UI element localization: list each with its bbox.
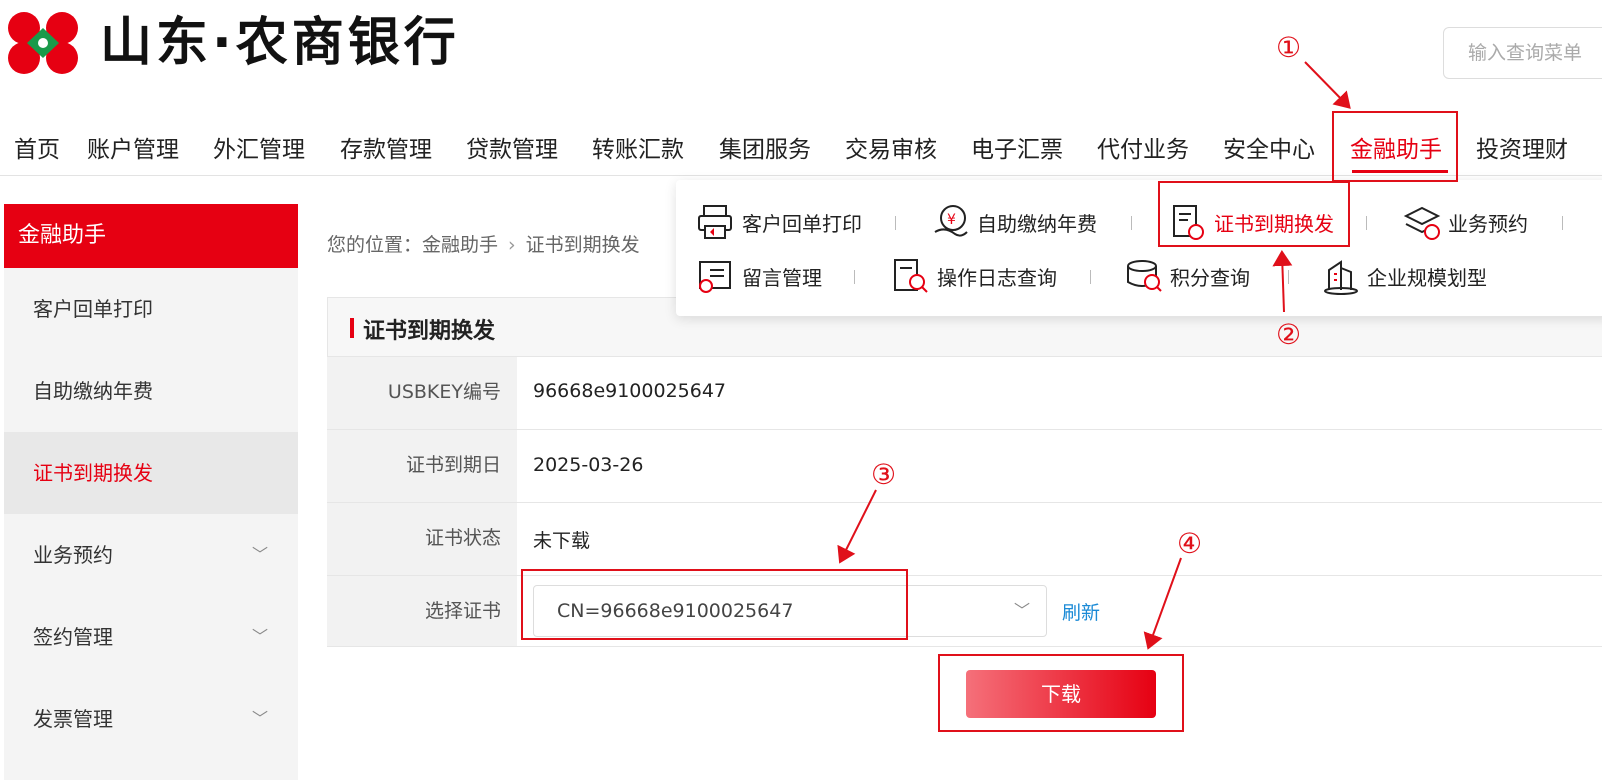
sidebar-title: 金融助手 xyxy=(4,204,298,268)
sidebar-item-appointment[interactable]: 业务预约 ﹀ xyxy=(4,514,298,596)
sidebar-item-label: 客户回单打印 xyxy=(33,297,153,321)
nav-item-home[interactable]: 首页 xyxy=(14,130,60,164)
svg-text:¥: ¥ xyxy=(947,212,956,228)
menu-search-field[interactable] xyxy=(1466,41,1602,65)
menu-item-label: 客户回单打印 xyxy=(742,211,862,236)
panel-title-accent xyxy=(350,318,354,338)
field-label: 证书状态 xyxy=(327,503,517,575)
sidebar-item-label: 发票管理 xyxy=(33,707,113,731)
menu-separator xyxy=(854,270,855,284)
breadcrumb-item: 证书到期换发 xyxy=(525,234,640,256)
refresh-link[interactable]: 刷新 xyxy=(1062,598,1100,625)
chevron-down-icon: ﹀ xyxy=(251,545,268,564)
menu-separator xyxy=(1562,216,1563,230)
menu-item-label: 积分查询 xyxy=(1170,265,1250,290)
nav-item-transaction-review[interactable]: 交易审核 xyxy=(845,130,937,164)
message-settings-icon xyxy=(699,261,731,293)
sidebar-item-annual-fee[interactable]: 自助缴纳年费 xyxy=(4,350,298,432)
field-label: 证书到期日 xyxy=(327,430,517,502)
brand-title: 山东·农商银行 xyxy=(100,13,460,73)
menu-item-messages[interactable]: 留言管理 xyxy=(696,256,822,296)
menu-item-label: 留言管理 xyxy=(742,265,822,290)
annotation-number-1: ① xyxy=(1276,31,1302,64)
menu-item-label: 自助缴纳年费 xyxy=(977,211,1097,236)
sidebar-item-label: 业务预约 xyxy=(33,543,113,567)
menu-item-enterprise-size[interactable]: 企业规模划型 xyxy=(1321,256,1487,296)
annotation-box-select xyxy=(521,569,908,640)
expiry-date-value: 2025-03-26 xyxy=(533,454,644,476)
fee-payment-icon: ¥ xyxy=(934,205,968,237)
menu-item-label: 业务预约 xyxy=(1448,211,1528,236)
nav-item-e-bills[interactable]: 电子汇票 xyxy=(971,130,1063,164)
nav-item-agency-payment[interactable]: 代付业务 xyxy=(1097,130,1189,164)
bank-logo-icon xyxy=(4,6,82,80)
nav-item-accounts[interactable]: 账户管理 xyxy=(87,130,179,164)
nav-item-forex[interactable]: 外汇管理 xyxy=(213,130,305,164)
menu-item-label: 企业规模划型 xyxy=(1367,265,1487,290)
points-search-icon xyxy=(1127,260,1162,292)
sidebar-item-label: 签约管理 xyxy=(33,625,113,649)
cert-status-value: 未下载 xyxy=(533,530,591,552)
form-row-usbkey: USBKEY编号 96668e9100025647 xyxy=(327,357,1602,430)
nav-item-transfers[interactable]: 转账汇款 xyxy=(592,130,684,164)
printer-icon xyxy=(698,205,732,239)
menu-search-input[interactable] xyxy=(1443,27,1602,79)
breadcrumb-separator: › xyxy=(508,234,516,256)
menu-item-label: 操作日志查询 xyxy=(937,265,1057,290)
log-search-icon xyxy=(894,259,928,293)
menu-separator xyxy=(1090,270,1091,284)
menu-item-annual-fee[interactable]: ¥ 自助缴纳年费 xyxy=(931,202,1097,242)
field-label: USBKEY编号 xyxy=(327,357,517,429)
menu-separator xyxy=(1366,216,1367,230)
usbkey-value: 96668e9100025647 xyxy=(533,380,727,402)
chevron-down-icon: ﹀ xyxy=(251,709,268,728)
annotation-number-3: ③ xyxy=(871,458,897,491)
panel-title: 证书到期换发 xyxy=(363,319,496,344)
finance-assistant-dropdown: 客户回单打印 ¥ 自助缴纳年费 证书到期换发 业务预约 留言管理 操作日志查询 … xyxy=(676,180,1602,316)
menu-item-points-query[interactable]: 积分查询 xyxy=(1124,256,1250,296)
menu-item-operation-log[interactable]: 操作日志查询 xyxy=(891,256,1057,296)
annotation-number-4: ④ xyxy=(1177,527,1203,560)
breadcrumb: 您的位置：金融助手 › 证书到期换发 xyxy=(327,230,640,257)
sidebar-item-label: 证书到期换发 xyxy=(33,461,153,485)
breadcrumb-prefix: 您的位置： xyxy=(327,234,423,256)
sidebar-item-label: 自助缴纳年费 xyxy=(33,379,153,403)
sidebar-item-invoice-management[interactable]: 发票管理 ﹀ xyxy=(4,678,298,760)
annotation-box-nav xyxy=(1332,111,1458,182)
nav-item-security-center[interactable]: 安全中心 xyxy=(1223,130,1315,164)
annotation-box-menu-item xyxy=(1158,181,1350,247)
form-row-expiry-date: 证书到期日 2025-03-26 xyxy=(327,430,1602,503)
menu-separator xyxy=(1131,216,1132,230)
menu-item-appointment[interactable]: 业务预约 xyxy=(1402,202,1528,242)
menu-separator xyxy=(895,216,896,230)
chevron-down-icon: ﹀ xyxy=(1013,601,1030,620)
menu-item-receipt-print[interactable]: 客户回单打印 xyxy=(696,202,862,242)
menu-separator xyxy=(1288,270,1289,284)
annotation-number-2: ② xyxy=(1276,318,1302,351)
chevron-down-icon: ﹀ xyxy=(251,627,268,646)
sidebar-item-receipt-print[interactable]: 客户回单打印 xyxy=(4,268,298,350)
field-label: 选择证书 xyxy=(327,576,517,646)
appointment-icon xyxy=(1403,206,1441,240)
sidebar-item-cert-renewal[interactable]: 证书到期换发 xyxy=(4,432,298,514)
nav-item-loans[interactable]: 贷款管理 xyxy=(466,130,558,164)
enterprise-building-icon xyxy=(1324,260,1358,295)
sidebar-item-contract-management[interactable]: 签约管理 ﹀ xyxy=(4,596,298,678)
nav-item-investment[interactable]: 投资理财 xyxy=(1476,130,1568,164)
breadcrumb-item[interactable]: 金融助手 xyxy=(422,234,498,256)
form-row-cert-status: 证书状态 未下载 xyxy=(327,503,1602,576)
annotation-box-download xyxy=(938,654,1184,732)
nav-item-deposits[interactable]: 存款管理 xyxy=(340,130,432,164)
nav-item-group-services[interactable]: 集团服务 xyxy=(719,130,811,164)
